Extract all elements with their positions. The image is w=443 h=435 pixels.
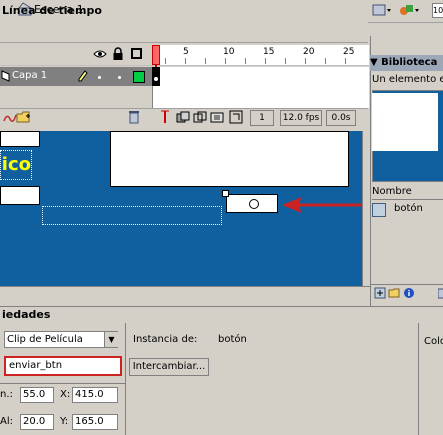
playhead[interactable] bbox=[152, 45, 160, 65]
add-folder-icon[interactable] bbox=[16, 110, 32, 124]
eye-icon[interactable] bbox=[93, 48, 107, 60]
swap-symbol-button[interactable]: Intercambiar... bbox=[129, 358, 209, 376]
stage-horizontal-scrollbar[interactable] bbox=[0, 286, 370, 301]
properties-divider bbox=[0, 383, 125, 384]
properties-divider bbox=[125, 323, 126, 435]
edit-multiple-frames-icon[interactable] bbox=[210, 111, 224, 123]
properties-title[interactable]: iedades bbox=[2, 308, 50, 321]
stage-white-box[interactable] bbox=[0, 131, 40, 147]
ruler-tick bbox=[225, 58, 226, 64]
ruler-label: 25 bbox=[343, 47, 355, 57]
ruler-tick bbox=[285, 58, 286, 64]
y-field[interactable]: 165.0 bbox=[72, 414, 118, 430]
layer-icon bbox=[1, 70, 10, 82]
frame-empty-area bbox=[152, 86, 369, 108]
timeline-header bbox=[0, 22, 368, 43]
height-field[interactable]: 20.0 bbox=[20, 414, 54, 430]
new-symbol-icon[interactable] bbox=[374, 287, 386, 299]
ruler-label: 15 bbox=[263, 47, 275, 57]
stage-logo-text[interactable]: ico bbox=[0, 150, 32, 180]
selection-handle[interactable] bbox=[222, 190, 229, 197]
ruler-tick bbox=[165, 58, 166, 64]
instance-of-label: Instancia de: bbox=[133, 334, 198, 345]
edit-symbol-icon[interactable] bbox=[398, 2, 420, 18]
ruler-label: 5 bbox=[183, 47, 189, 57]
y-label: Y: bbox=[60, 416, 69, 427]
ruler-tick bbox=[185, 58, 186, 64]
onion-skin-icon[interactable] bbox=[176, 111, 190, 123]
ruler-tick bbox=[345, 58, 346, 64]
button-registration-point bbox=[249, 199, 259, 209]
frame-row[interactable] bbox=[152, 67, 369, 86]
frame-rate-field[interactable]: 12.0 fps bbox=[280, 110, 322, 126]
properties-divider bbox=[418, 323, 419, 435]
layer-header-row bbox=[0, 45, 152, 66]
library-item-label[interactable]: botón bbox=[394, 203, 423, 214]
ruler-label: 10 bbox=[223, 47, 235, 57]
library-preview-shape bbox=[372, 93, 438, 151]
keyframe-dot bbox=[154, 77, 158, 81]
button-symbol-icon bbox=[372, 203, 386, 217]
chevron-down-icon[interactable]: ▼ bbox=[104, 332, 118, 347]
library-item-count: Un elemento e bbox=[372, 74, 443, 85]
ruler-tick bbox=[205, 58, 206, 64]
library-name-column-header[interactable]: Nombre bbox=[372, 185, 443, 200]
ruler-tick bbox=[325, 58, 326, 64]
new-folder-icon[interactable] bbox=[388, 287, 400, 299]
ruler-tick bbox=[245, 58, 246, 64]
layer-empty-area bbox=[0, 86, 152, 108]
properties-header bbox=[0, 306, 443, 324]
onion-outline-icon[interactable] bbox=[193, 111, 207, 123]
elapsed-time-field: 0.0s bbox=[326, 110, 356, 126]
layer-outline-color[interactable] bbox=[133, 71, 145, 83]
layer-name[interactable]: Capa 1 bbox=[12, 70, 47, 81]
instance-of-value: botón bbox=[218, 334, 247, 345]
ruler-tick bbox=[305, 58, 306, 64]
stage-text-area[interactable] bbox=[110, 131, 349, 187]
onion-markers-icon[interactable] bbox=[229, 110, 243, 124]
layer-lock-dot[interactable] bbox=[118, 76, 121, 79]
x-label: X: bbox=[60, 389, 71, 400]
current-frame-field: 1 bbox=[250, 110, 274, 126]
zoom-field[interactable]: 100 bbox=[432, 3, 443, 18]
ruler-tick bbox=[265, 58, 266, 64]
x-field[interactable]: 415.0 bbox=[72, 387, 118, 403]
layer-visible-dot[interactable] bbox=[98, 76, 101, 79]
center-frame-icon[interactable] bbox=[160, 110, 170, 124]
stage-dynamic-text-field[interactable] bbox=[42, 206, 222, 225]
trash-icon[interactable] bbox=[128, 110, 140, 124]
instance-name-field[interactable]: enviar_btn bbox=[4, 356, 122, 376]
stage-input-box[interactable] bbox=[0, 186, 40, 205]
red-arrow-annotation bbox=[282, 197, 368, 213]
height-label: Al: bbox=[0, 416, 13, 427]
pencil-icon bbox=[78, 70, 88, 82]
edit-scene-icon[interactable] bbox=[372, 2, 392, 18]
color-label: Color bbox=[424, 336, 443, 347]
ruler-label: 20 bbox=[303, 47, 315, 57]
timeline-title[interactable]: Línea de tiempo bbox=[2, 4, 102, 17]
library-title[interactable]: ▼ Biblioteca bbox=[370, 55, 443, 71]
width-field[interactable]: 55.0 bbox=[20, 387, 54, 403]
library-trash-icon[interactable] bbox=[438, 287, 443, 299]
properties-info-icon[interactable] bbox=[403, 287, 415, 299]
lock-icon[interactable] bbox=[112, 47, 124, 61]
symbol-behavior-select[interactable]: Clip de Película bbox=[4, 331, 118, 348]
width-label: n.: bbox=[0, 389, 13, 400]
outline-icon[interactable] bbox=[131, 48, 142, 59]
